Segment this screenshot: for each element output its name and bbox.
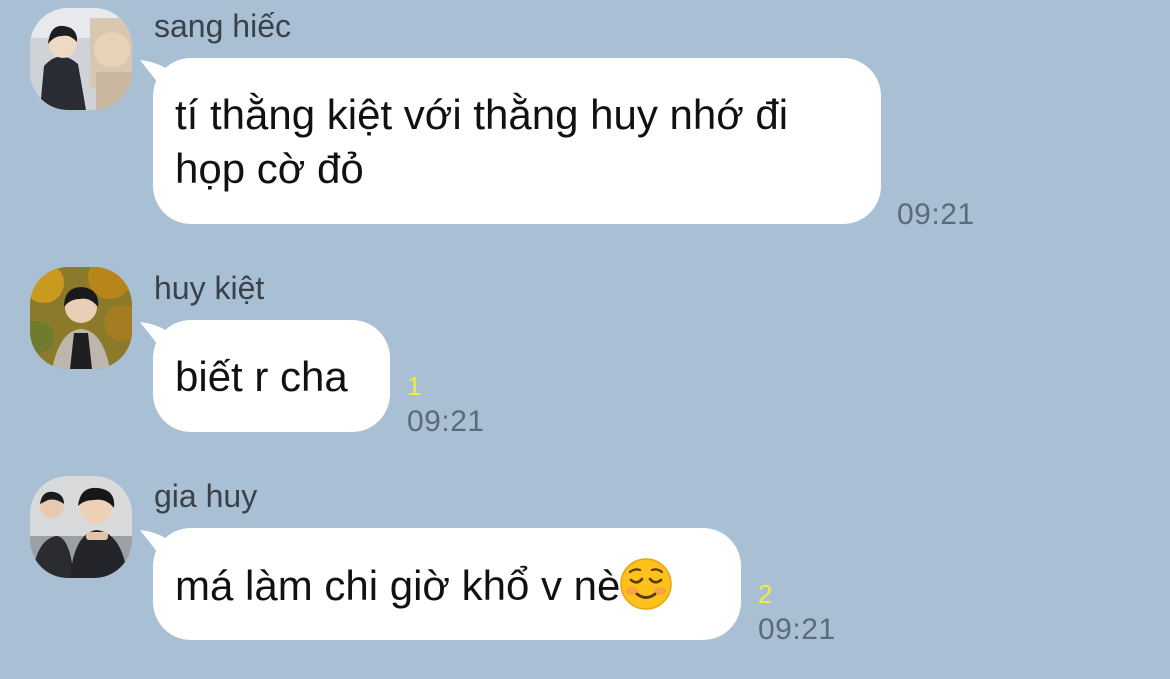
message-meta: 2 09:21 (758, 581, 836, 645)
message-bubble[interactable]: biết r cha (140, 320, 390, 432)
message-text: biết r cha (175, 353, 348, 400)
unread-count: 1 (407, 371, 422, 401)
sender-name: sang hiếc (154, 8, 291, 44)
sender-name: gia huy (154, 478, 258, 514)
message-bubble[interactable]: má làm chi giờ khổ v nè (140, 528, 741, 640)
unread-count: 2 (758, 579, 773, 609)
avatar-photo-icon (30, 8, 132, 110)
avatar[interactable] (30, 476, 132, 578)
message-time: 09:21 (897, 198, 975, 231)
avatar[interactable] (30, 267, 132, 369)
message-text: má làm chi giờ khổ v nè (175, 558, 719, 613)
message-meta: 1 09:21 (407, 373, 485, 437)
avatar-photo-icon (30, 476, 132, 578)
message-text-content: má làm chi giờ khổ v nè (175, 562, 621, 609)
bubble-tail (140, 530, 180, 558)
bubble-tail (140, 60, 180, 88)
relieved-smiling-face-emoji-icon (620, 558, 673, 610)
message-meta: 09:21 (897, 200, 975, 230)
message-bubble[interactable]: tí thằng kiệt với thằng huy nhớ đi họp c… (140, 58, 881, 224)
message-time: 09:21 (407, 405, 485, 438)
message-time: 09:21 (758, 613, 836, 646)
message-text: tí thằng kiệt với thằng huy nhớ đi họp c… (175, 91, 789, 192)
avatar-photo-icon (30, 267, 132, 369)
avatar[interactable] (30, 8, 132, 110)
bubble-tail (140, 322, 180, 350)
sender-name: huy kiệt (154, 270, 265, 306)
